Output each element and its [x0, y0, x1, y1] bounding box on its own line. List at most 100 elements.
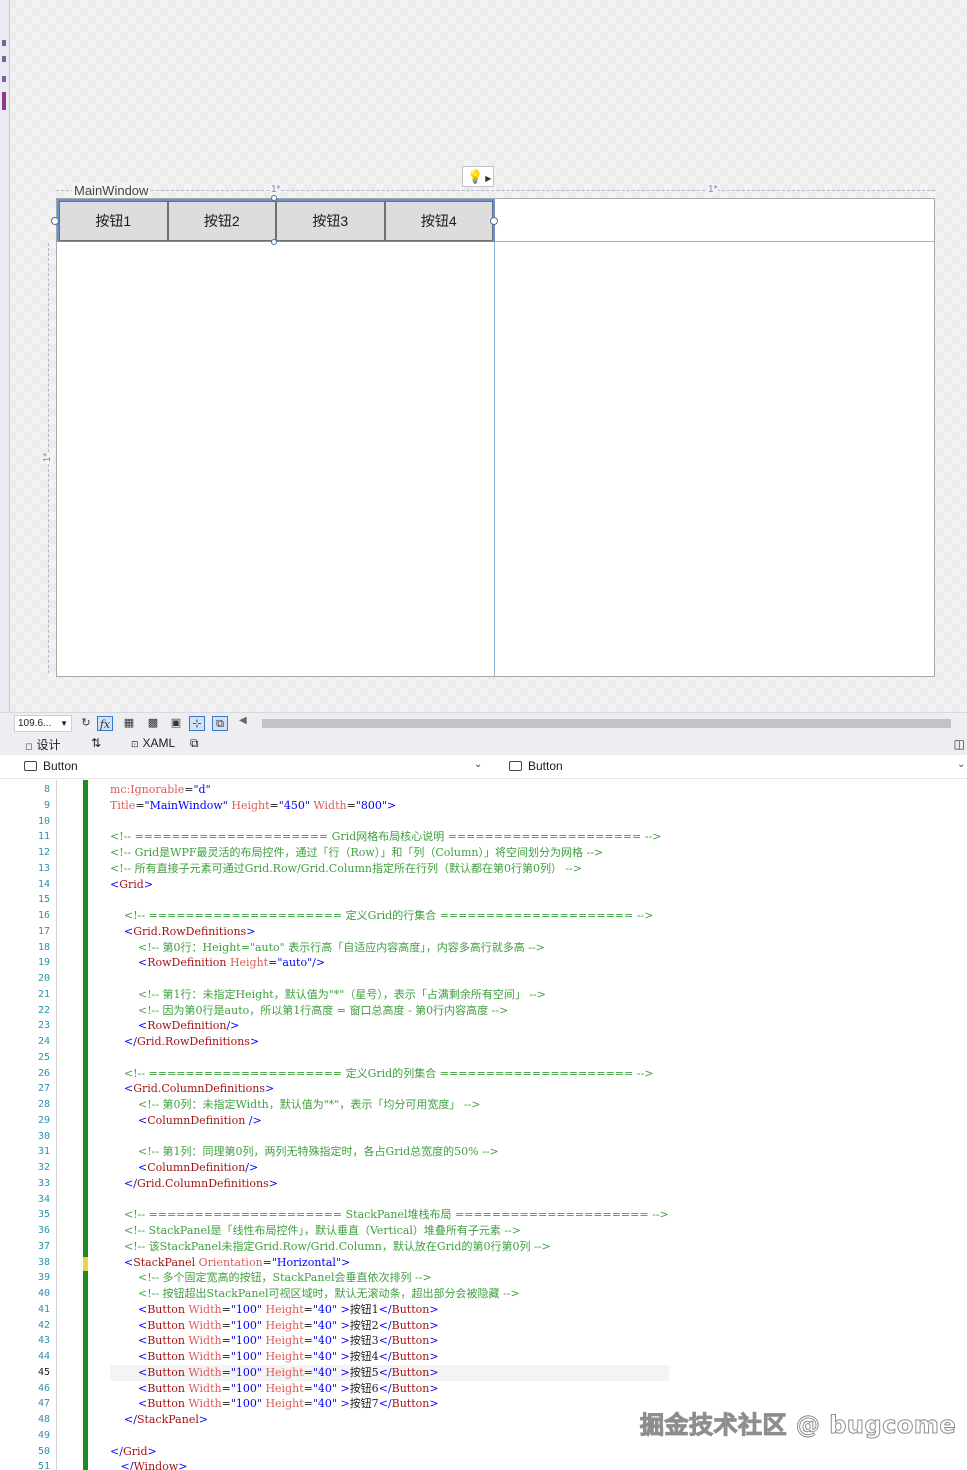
- resize-handle[interactable]: [271, 239, 277, 245]
- grid-icon[interactable]: ▦: [121, 716, 137, 731]
- code-line[interactable]: <RowDefinition Height="auto"/>: [110, 955, 669, 971]
- code-line[interactable]: [110, 971, 669, 987]
- lightbulb-icon[interactable]: 💡 ▶: [462, 166, 494, 187]
- popout-xaml-icon[interactable]: ⧉: [190, 736, 199, 751]
- line-number: 30: [37, 1130, 50, 1142]
- horizontal-scrollbar[interactable]: [262, 719, 951, 728]
- code-line[interactable]: <!-- ===================== 定义Grid的列集合 ==…: [110, 1066, 669, 1082]
- code-line[interactable]: <Grid>: [110, 877, 669, 893]
- code-line[interactable]: <!-- 多个固定宽高的按钮，StackPanel会垂直依次排列 -->: [110, 1270, 669, 1286]
- code-line[interactable]: Title="MainWindow" Height="450" Width="8…: [110, 798, 669, 814]
- tab-design[interactable]: ◻ 设计: [25, 736, 61, 753]
- code-line[interactable]: <Button Width="100" Height="40" >按钮6</Bu…: [110, 1381, 669, 1397]
- line-number: 29: [37, 1114, 50, 1126]
- code-token: Width: [188, 1318, 222, 1332]
- code-line[interactable]: <!-- 所有直接子元素可通过Grid.Row/Grid.Column指定所在行…: [110, 861, 669, 877]
- code-token: >: [340, 1318, 350, 1332]
- element-type-dropdown[interactable]: Button: [24, 759, 78, 773]
- code-line[interactable]: <Button Width="100" Height="40" >按钮7</Bu…: [110, 1396, 669, 1412]
- design-button-3[interactable]: 按钮3: [276, 201, 385, 241]
- code-line[interactable]: <StackPanel Orientation="Horizontal">: [110, 1255, 669, 1271]
- code-line[interactable]: <!-- 因为第0行是auto，所以第1行高度 = 窗口总高度 - 第0行内容高…: [110, 1003, 669, 1019]
- code-line[interactable]: <!-- 第0行：Height="auto" 表示行高「自适应内容高度」，内容多…: [110, 940, 669, 956]
- code-line[interactable]: <ColumnDefinition/>: [110, 1160, 669, 1176]
- xaml-designer-surface[interactable]: 1* 1* 1* MainWindow 按钮1 按钮2 按钮3 按钮4 💡 ▶: [0, 0, 967, 712]
- code-line[interactable]: <!-- 该StackPanel未指定Grid.Row/Grid.Column，…: [110, 1239, 669, 1255]
- code-token: />: [248, 1113, 262, 1127]
- code-line[interactable]: <!-- 第0列：未指定Width，默认值为"*"，表示「均分可用宽度」 -->: [110, 1097, 669, 1113]
- line-number: 36: [37, 1225, 50, 1236]
- code-lines[interactable]: mc:Ignorable="d" Title="MainWindow" Heigh…: [110, 782, 669, 1470]
- xaml-code-editor[interactable]: 8 9 10 11 12 13 14 15 16 17 18 19 20 21 22 23 24 25 26 27 28…: [0, 780, 967, 1470]
- code-token: =: [268, 956, 278, 970]
- code-line[interactable]: <ColumnDefinition />: [110, 1113, 669, 1129]
- snap-grid-icon[interactable]: ▩: [145, 716, 161, 731]
- code-line[interactable]: <Button Width="100" Height="40" >按钮4</Bu…: [110, 1349, 669, 1365]
- formula-icon[interactable]: fx: [97, 716, 113, 731]
- code-line[interactable]: <Button Width="100" Height="40" >按钮2</Bu…: [110, 1318, 669, 1334]
- tab-xaml[interactable]: ⊡ XAML: [131, 736, 175, 750]
- left-toolbox-strip[interactable]: [0, 0, 10, 712]
- view-tab-bar: ◻ 设计 ⇅ ⊡ XAML ⧉ ◫: [0, 733, 967, 755]
- code-line[interactable]: <RowDefinition/>: [110, 1018, 669, 1034]
- code-line[interactable]: <!-- 第1列：同理第0列，两列无特殊指定时，各占Grid总宽度的50% --…: [110, 1144, 669, 1160]
- resize-handle[interactable]: [490, 217, 498, 225]
- column-size-label[interactable]: 1*: [270, 184, 282, 195]
- refresh-icon[interactable]: ↻: [78, 716, 94, 731]
- code-line[interactable]: [110, 1428, 669, 1444]
- code-line[interactable]: <Grid.ColumnDefinitions>: [110, 1081, 669, 1097]
- element-member-dropdown[interactable]: Button: [509, 759, 563, 773]
- split-view-icon[interactable]: ◫: [954, 737, 965, 751]
- device-preview-icon[interactable]: ⧉: [212, 716, 228, 731]
- code-line[interactable]: <Button Width="100" Height="40" >按钮5</Bu…: [110, 1364, 669, 1381]
- line-number: 42: [37, 1319, 50, 1331]
- code-token: Height: [265, 1365, 304, 1379]
- code-line[interactable]: [110, 892, 669, 908]
- code-line[interactable]: </Grid.RowDefinitions>: [110, 1034, 669, 1050]
- swap-panes-icon[interactable]: ⇅: [91, 736, 101, 750]
- design-button-4[interactable]: 按钮4: [384, 201, 493, 241]
- design-button-2[interactable]: 按钮2: [167, 201, 276, 241]
- design-button-1[interactable]: 按钮1: [59, 201, 168, 241]
- code-line[interactable]: <Button Width="100" Height="40" >按钮1</Bu…: [110, 1302, 669, 1318]
- chevron-down-icon[interactable]: ⌄: [957, 759, 965, 770]
- row-size-label[interactable]: 1*: [42, 451, 54, 464]
- code-line[interactable]: [110, 1129, 669, 1145]
- code-token: </: [378, 1302, 392, 1316]
- code-line[interactable]: <Grid.RowDefinitions>: [110, 924, 669, 940]
- code-token: />: [312, 956, 326, 970]
- code-line[interactable]: <!-- ===================== StackPanel堆栈布…: [110, 1207, 669, 1223]
- zoom-dropdown[interactable]: 109.6... ▼: [14, 715, 72, 732]
- code-line[interactable]: <!-- 第1行：未指定Height，默认值为"*"（星号），表示「占满剩余所有…: [110, 987, 669, 1003]
- code-line[interactable]: </Grid>: [110, 1444, 669, 1460]
- code-line[interactable]: <Button Width="100" Height="40" >按钮3</Bu…: [110, 1333, 669, 1349]
- scroll-left-arrow-icon[interactable]: ◀: [239, 715, 247, 726]
- code-line[interactable]: <!-- ===================== 定义Grid的行集合 ==…: [110, 908, 669, 924]
- code-line[interactable]: </Window>: [110, 1459, 669, 1470]
- code-token: <: [137, 1397, 148, 1411]
- snap-lines-icon[interactable]: ⊹: [189, 716, 205, 731]
- chevron-down-icon[interactable]: ⌄: [474, 759, 482, 770]
- code-line[interactable]: </Grid.ColumnDefinitions>: [110, 1176, 669, 1192]
- code-line[interactable]: <!-- Grid是WPF最灵活的布局控件，通过「行（Row）」和「列（Colu…: [110, 845, 669, 861]
- code-line[interactable]: <!-- ===================== Grid网格布局核心说明 …: [110, 829, 669, 845]
- column-definition-rail[interactable]: [56, 190, 935, 191]
- code-line[interactable]: mc:Ignorable="d": [110, 782, 669, 798]
- code-line[interactable]: [110, 1192, 669, 1208]
- code-line[interactable]: </StackPanel>: [110, 1412, 669, 1428]
- code-line[interactable]: <!-- 按钮超出StackPanel可视区域时，默认无滚动条，超出部分会被隐藏…: [110, 1286, 669, 1302]
- code-line[interactable]: [110, 814, 669, 830]
- column-size-label[interactable]: 1*: [707, 184, 719, 195]
- main-window-preview[interactable]: [56, 198, 935, 677]
- checker-background-icon[interactable]: ▣: [168, 716, 184, 731]
- line-number: 31: [37, 1146, 50, 1158]
- code-line[interactable]: <!-- StackPanel是「线性布局控件」，默认垂直（Vertical）堆…: [110, 1223, 669, 1239]
- resize-handle[interactable]: [51, 217, 59, 225]
- stackpanel-selection[interactable]: 按钮1 按钮2 按钮3 按钮4: [57, 199, 495, 242]
- code-token: =: [303, 1365, 313, 1379]
- code-line[interactable]: [110, 1050, 669, 1066]
- code-token: "d": [193, 783, 211, 796]
- resize-handle[interactable]: [271, 195, 277, 201]
